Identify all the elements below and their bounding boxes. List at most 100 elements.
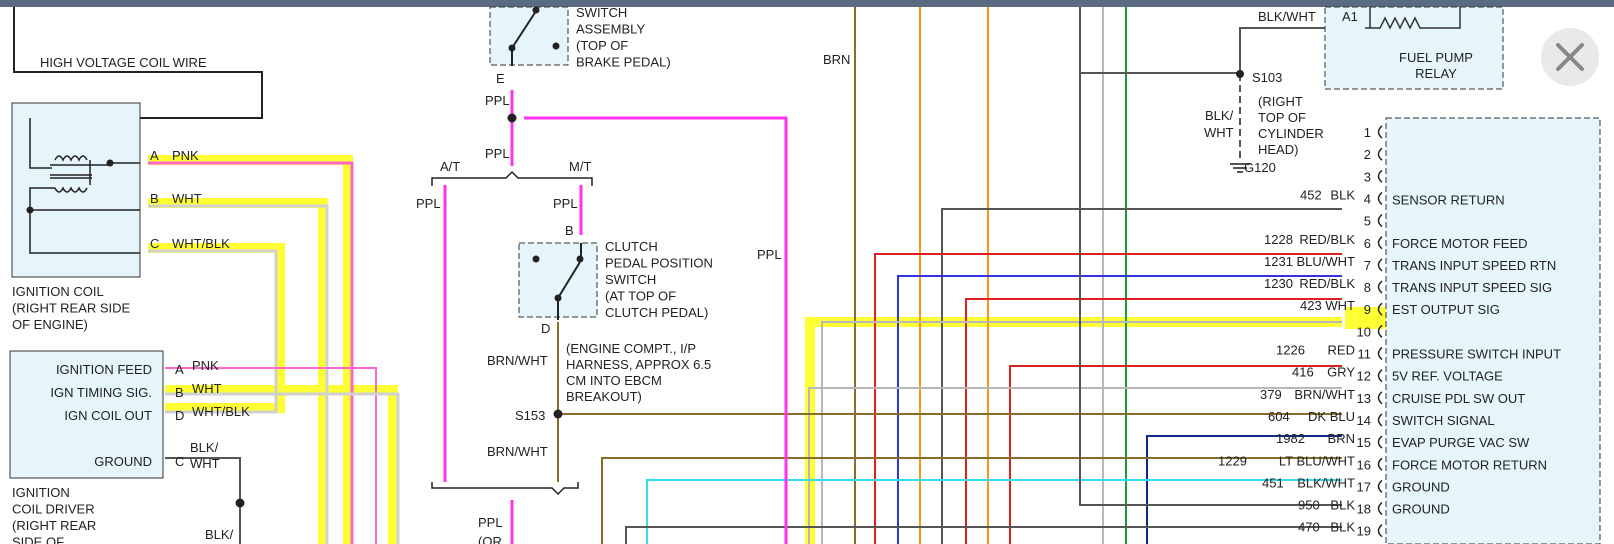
- pin-wire-color: RED: [1328, 343, 1355, 358]
- mt-label: M/T: [569, 159, 591, 174]
- pin-number: 14: [1357, 413, 1371, 428]
- driver-pin-name: IGN COIL OUT: [64, 408, 152, 423]
- pin-wire-color: BLK: [1330, 520, 1355, 535]
- close-icon: [1556, 43, 1584, 71]
- pin-connector: [1377, 258, 1383, 272]
- pin-connector: [1377, 125, 1383, 139]
- pin-wire-number: 1230: [1264, 276, 1293, 291]
- pin-number: 2: [1364, 147, 1371, 162]
- pin-signal-name: SENSOR RETURN: [1392, 193, 1505, 208]
- pin-wire-color: BRN: [1328, 431, 1355, 446]
- pin-signal-name: EVAP PURGE VAC SW: [1392, 435, 1530, 450]
- pin-wire-color: BLK: [1330, 498, 1355, 513]
- pin-signal-name: TRANS INPUT SPEED RTN: [1392, 258, 1556, 273]
- clutch-switch-label: PEDAL POSITION: [605, 256, 713, 271]
- pin-connector: [1377, 191, 1383, 206]
- pin-connector: [1377, 501, 1383, 516]
- pin-number: 17: [1357, 479, 1371, 494]
- s103-note: (RIGHT: [1258, 94, 1303, 109]
- pin-connector: [1377, 369, 1383, 383]
- pin-connectors: [1377, 125, 1383, 538]
- pin-number: 15: [1357, 435, 1371, 450]
- pin-signal-name: CRUISE PDL SW OUT: [1392, 391, 1525, 406]
- harness-note: CM INTO EBCM: [566, 373, 662, 388]
- or-partial-label: (OR: [478, 534, 502, 544]
- pin-wire-number: 423: [1300, 298, 1322, 313]
- pin-wire-number: 1226: [1276, 343, 1305, 358]
- pin-wire-number: 1231: [1264, 254, 1293, 269]
- brn-wht-label-2: BRN/WHT: [487, 444, 548, 459]
- close-button[interactable]: [1541, 28, 1599, 86]
- driver-pin-color: PNK: [192, 358, 219, 373]
- pin-signal-name: TRANS INPUT SPEED SIG: [1392, 280, 1552, 295]
- pin-wire-number: 416: [1292, 365, 1314, 380]
- pin-number: 16: [1357, 457, 1371, 472]
- pin-number: 11: [1358, 347, 1372, 362]
- pin-connector: [1377, 214, 1383, 228]
- wht-label: WHT: [1204, 125, 1234, 140]
- s103-splice: [1236, 70, 1244, 78]
- pin-connector: [1377, 435, 1383, 449]
- pin-signal-name: FORCE MOTOR FEED: [1392, 236, 1528, 251]
- harness-note: BREAKOUT): [566, 389, 642, 404]
- ignition-coil-label: OF ENGINE): [12, 317, 88, 332]
- coil-color-B: WHT: [172, 191, 202, 206]
- pin-signal-name: 5V REF. VOLTAGE: [1392, 369, 1503, 384]
- coil-pin-C: C: [150, 236, 159, 251]
- at-mt-brace: [431, 170, 593, 186]
- wiring-diagram: 1234BLK4525SENSOR RETURN6RED/BLK1228 FORC…: [9, 5, 1601, 544]
- pin-wire-number: 604: [1268, 409, 1290, 424]
- relay-pin-label: A1: [1342, 9, 1358, 24]
- pin-signal-name: GROUND: [1392, 479, 1450, 494]
- pin-connector: [1377, 147, 1383, 161]
- pin-connector: [1377, 346, 1383, 361]
- diagram-text: SWITCH ASSEMBLY(TOP OF BRAKE PEDAL) HIGH VO…: [12, 5, 1473, 544]
- pin-connector: [1377, 524, 1383, 538]
- harness-note: HARNESS, APPROX 6.5: [566, 357, 711, 372]
- brn-wht-label-1: BRN/WHT: [487, 353, 548, 368]
- blk-wht-top-label: BLK/WHT: [1258, 9, 1316, 24]
- pin-wire-number: 452: [1300, 187, 1322, 202]
- at-label: A/T: [440, 159, 460, 174]
- pin-connector: [1377, 457, 1383, 471]
- harness-note: (ENGINE COMPT., I/P: [566, 341, 696, 356]
- driver-blk-label-2: BLK/: [205, 527, 234, 542]
- ppl-label-4: PPL: [553, 196, 578, 211]
- pin-connector: [1377, 236, 1383, 250]
- driver-wht-label: WHT: [190, 456, 220, 471]
- pin-signal-name: GROUND: [1392, 502, 1450, 517]
- pin-wire-color: BRN/WHT: [1294, 387, 1355, 402]
- ppl-label-6: PPL: [478, 515, 503, 530]
- brake-switch-box: [489, 6, 569, 66]
- pin-wire-number: 379: [1260, 387, 1282, 402]
- pin-wire-color: BLK/WHT: [1297, 475, 1355, 490]
- ignition-coil-driver-label: SIDE OF: [12, 535, 64, 544]
- pin-signal-name: FORCE MOTOR RETURN: [1392, 457, 1547, 472]
- pin-number: 12: [1357, 369, 1371, 384]
- pin-connector: [1377, 169, 1383, 183]
- pin-wire-color: BLK: [1330, 187, 1355, 202]
- brake-switch-label: (TOP OF: [576, 38, 628, 53]
- clutch-switch-label: CLUTCH: [605, 239, 658, 254]
- s153-label: S153: [515, 408, 545, 423]
- pin-number: 5: [1364, 214, 1371, 229]
- blk-slash-label: BLK/: [1205, 108, 1234, 123]
- clutch-switch-label: (AT TOP OF: [605, 289, 676, 304]
- ignition-coil-driver-label: IGNITION: [12, 485, 70, 500]
- pin-wire-color: BLU/WHT: [1297, 254, 1356, 269]
- fuel-pump-relay-label: FUEL PUMP: [1399, 50, 1473, 65]
- pin-number: 9: [1364, 302, 1371, 317]
- pin-signal-name: PRESSURE SWITCH INPUT: [1392, 347, 1561, 362]
- pin-number: 18: [1357, 502, 1371, 517]
- pin-connector: [1377, 391, 1383, 405]
- ppl-label-3: PPL: [416, 196, 441, 211]
- pin-number: 19: [1357, 524, 1371, 539]
- pin-wire-number: 1228: [1264, 232, 1293, 247]
- pin-number: 1: [1364, 125, 1371, 140]
- coil-color-C: WHT/BLK: [172, 236, 230, 251]
- bottom-brace: [431, 482, 579, 496]
- pin-wire-number: 1229: [1218, 453, 1247, 468]
- driver-pin-letter: D: [175, 408, 184, 423]
- ignition-coil-driver-label: (RIGHT REAR: [12, 518, 96, 533]
- driver-pin-letter: B: [175, 385, 184, 400]
